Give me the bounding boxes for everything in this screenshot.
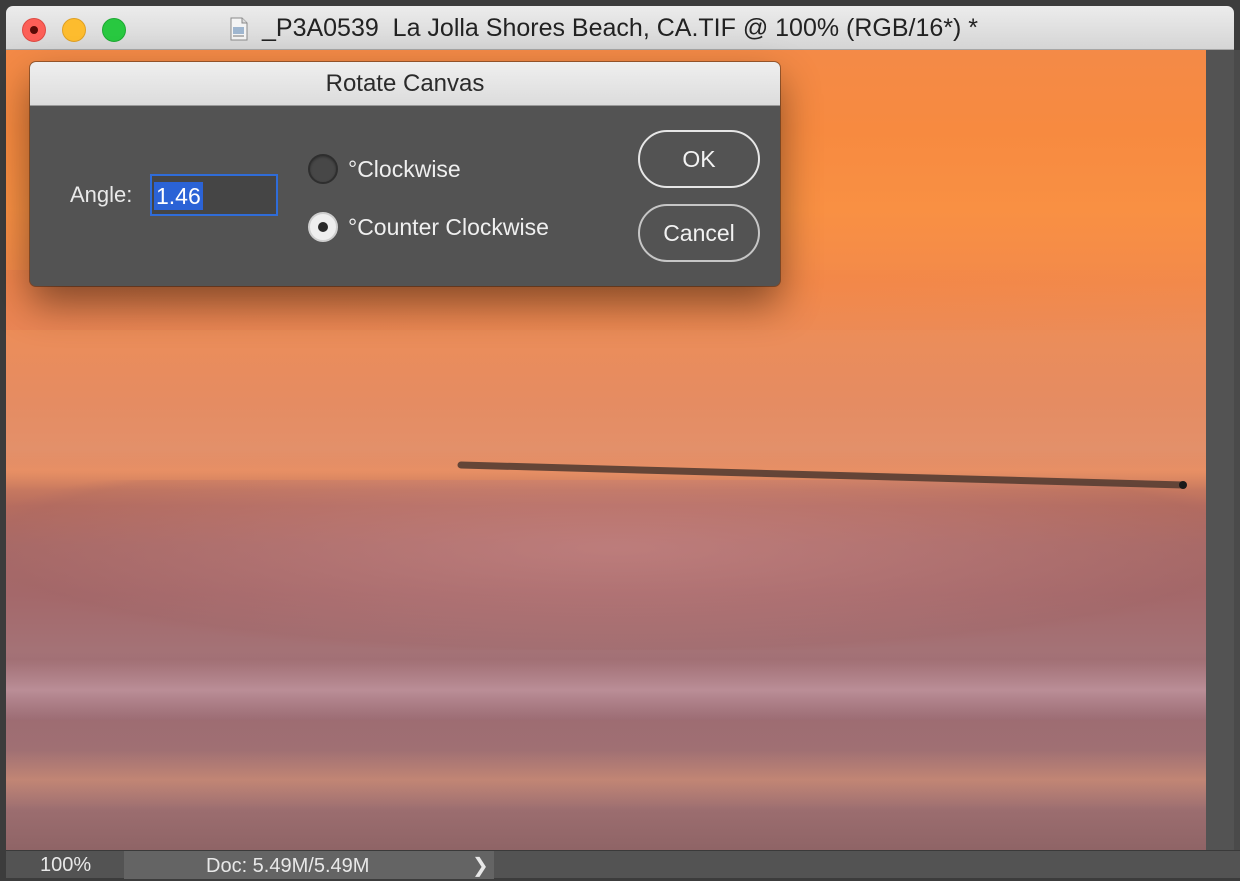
- clockwise-radio[interactable]: [308, 154, 338, 184]
- angle-input-value[interactable]: 1.46: [154, 182, 203, 210]
- angle-label: Angle:: [70, 182, 133, 207]
- clockwise-radio-label[interactable]: °Clockwise: [348, 156, 461, 183]
- counter-clockwise-radio[interactable]: [308, 212, 338, 242]
- status-menu-arrow-icon[interactable]: ❯: [472, 851, 489, 879]
- zoom-level-field[interactable]: 100%: [6, 851, 122, 879]
- ok-button[interactable]: OK: [638, 130, 760, 188]
- dialog-title: Rotate Canvas: [30, 62, 780, 106]
- window-title-bar: _P3A0539 La Jolla Shores Beach, CA.TIF @…: [6, 6, 1234, 50]
- cancel-button[interactable]: Cancel: [638, 204, 760, 262]
- minimize-window-button[interactable]: [62, 18, 86, 42]
- zoom-window-button[interactable]: [102, 18, 126, 42]
- status-bar: 100% Doc: 5.49M/5.49M ❯: [6, 850, 1240, 879]
- rotate-canvas-dialog: Rotate Canvas Angle: 1.46 °Clockwise °Co…: [30, 62, 780, 286]
- document-size-info: Doc: 5.49M/5.49M: [124, 851, 494, 879]
- vertical-scrollbar[interactable]: [1206, 50, 1240, 850]
- close-window-button[interactable]: [22, 18, 46, 42]
- scrollbar-track: [1206, 50, 1234, 850]
- window-title: _P3A0539 La Jolla Shores Beach, CA.TIF @…: [262, 14, 979, 42]
- counter-clockwise-radio-label[interactable]: °Counter Clockwise: [348, 214, 549, 241]
- document-icon: [230, 17, 248, 41]
